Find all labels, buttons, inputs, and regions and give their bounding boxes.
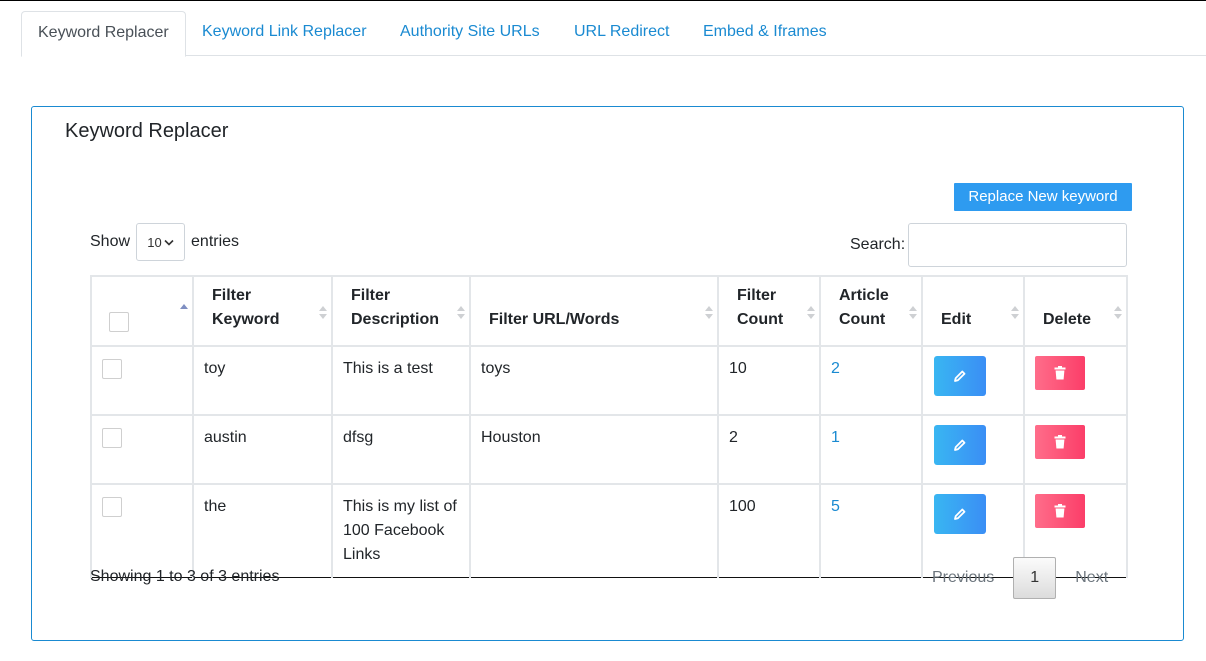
tab-authority-site-urls[interactable]: Authority Site URLs [384,11,556,56]
page-1-button[interactable]: 1 [1013,557,1057,599]
previous-button[interactable]: Previous [932,569,994,587]
edit-button[interactable] [934,425,986,465]
article-count-link[interactable]: 5 [831,498,840,515]
search-label: Search: [850,236,906,253]
delete-button[interactable] [1035,356,1085,390]
cell-article-count: 2 [819,345,923,416]
cell-description: dfsg [331,414,471,485]
cell-select [90,414,194,485]
pencil-icon [954,370,966,382]
cell-description: This is a test [331,345,471,416]
tab-embed-iframes[interactable]: Embed & Iframes [687,11,843,56]
table-row: austin dfsg Houston 2 1 [90,414,1128,485]
next-button[interactable]: Next [1075,569,1108,587]
trash-icon [1054,366,1066,380]
delete-button[interactable] [1035,425,1085,459]
row-checkbox[interactable] [102,428,122,448]
header-filter-keyword[interactable]: Filter Keyword [192,275,333,347]
cell-article-count: 5 [819,483,923,578]
sort-icon [1114,306,1122,320]
table-info: Showing 1 to 3 of 3 entries [90,568,280,585]
cell-select [90,345,194,416]
tab-url-redirect[interactable]: URL Redirect [558,11,685,56]
replace-new-keyword-button[interactable]: Replace New keyword [954,183,1132,211]
sort-icon [705,306,713,320]
edit-button[interactable] [934,494,986,534]
search-control: Search: [850,223,1128,267]
cell-keyword: toy [192,345,333,416]
select-all-checkbox[interactable] [109,312,129,332]
chevron-down-icon [164,239,174,246]
table-header-row: Filter Keyword Filter Description Filter… [90,275,1128,347]
cell-description: This is my list of 100 Facebook Links [331,483,471,578]
header-filter-description-label: Filter Description [351,287,440,328]
header-select-all[interactable] [90,275,194,347]
sort-icon [807,306,815,320]
show-label: Show [90,233,131,250]
header-article-count[interactable]: Article Count [819,275,923,347]
article-count-link[interactable]: 2 [831,360,840,377]
cell-keyword: the [192,483,333,578]
entries-select[interactable]: 10 [136,223,186,261]
sort-icon [1011,306,1019,320]
sort-asc-icon [180,304,188,318]
sort-icon [457,306,465,320]
pagination: Previous 1 Next [932,557,1108,599]
header-delete[interactable]: Delete [1023,275,1128,347]
trash-icon [1054,435,1066,449]
entries-label: entries [191,233,240,250]
header-filter-description[interactable]: Filter Description [331,275,471,347]
cell-select [90,483,194,578]
entries-select-value: 10 [147,234,162,250]
header-delete-label: Delete [1043,311,1092,328]
pencil-icon [954,508,966,520]
row-checkbox[interactable] [102,497,122,517]
pencil-icon [954,439,966,451]
article-count-link[interactable]: 1 [831,429,840,446]
trash-icon [1054,504,1066,518]
tab-bar: Keyword Replacer Keyword Link Replacer A… [21,11,1206,57]
cell-keyword: austin [192,414,333,485]
cell-edit [921,414,1025,485]
header-article-count-label: Article Count [839,287,889,328]
sort-icon [909,306,917,320]
cell-edit [921,345,1025,416]
keyword-replacer-card: Keyword Replacer Replace New keyword Sho… [31,106,1184,641]
table-row: toy This is a test toys 10 2 [90,345,1128,416]
keyword-table: Filter Keyword Filter Description Filter… [90,275,1128,578]
entries-length-control: Show 10 entries [90,223,239,261]
cell-article-count: 1 [819,414,923,485]
header-filter-url[interactable]: Filter URL/Words [469,275,719,347]
sort-icon [319,306,327,320]
cell-filter-count: 10 [717,345,821,416]
card-title: Keyword Replacer [65,120,229,142]
row-checkbox[interactable] [102,359,122,379]
header-filter-count-label: Filter Count [737,287,784,328]
search-input[interactable] [908,223,1128,267]
cell-delete [1023,414,1128,485]
tab-keyword-link-replacer[interactable]: Keyword Link Replacer [186,11,383,56]
header-filter-url-label: Filter URL/Words [489,311,620,328]
cell-filter-count: 100 [717,483,821,578]
cell-url [469,483,719,578]
header-edit-label: Edit [941,311,972,328]
cell-url: toys [469,345,719,416]
tab-keyword-replacer[interactable]: Keyword Replacer [21,11,186,57]
cell-filter-count: 2 [717,414,821,485]
header-filter-keyword-label: Filter Keyword [212,287,280,328]
top-border [0,0,1206,1]
cell-delete [1023,345,1128,416]
header-edit[interactable]: Edit [921,275,1025,347]
cell-url: Houston [469,414,719,485]
header-filter-count[interactable]: Filter Count [717,275,821,347]
delete-button[interactable] [1035,494,1085,528]
edit-button[interactable] [934,356,986,396]
